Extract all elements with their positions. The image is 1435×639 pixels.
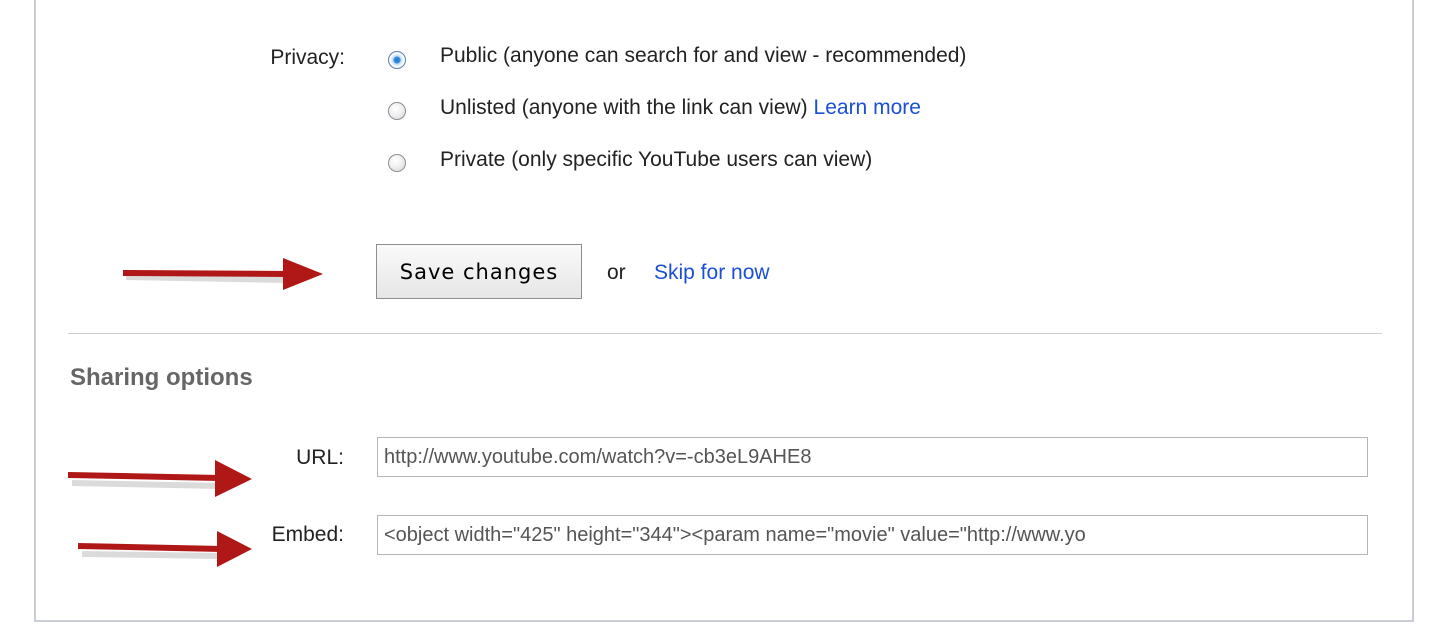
privacy-radio-unlisted[interactable] <box>388 102 406 120</box>
privacy-label: Privacy: <box>270 46 345 69</box>
url-field[interactable] <box>377 437 1368 477</box>
privacy-option-unlisted-text[interactable]: Unlisted (anyone with the link can view) <box>440 96 808 119</box>
privacy-radio-private[interactable] <box>388 154 406 172</box>
or-text: or <box>607 261 626 284</box>
save-changes-button[interactable]: Save changes <box>376 244 582 299</box>
skip-for-now-link[interactable]: Skip for now <box>654 261 770 285</box>
embed-label: Embed: <box>271 523 344 546</box>
privacy-radio-public[interactable] <box>388 51 406 69</box>
section-divider <box>68 333 1382 334</box>
url-label: URL: <box>296 446 344 469</box>
privacy-option-private-label[interactable]: Private (only specific YouTube users can… <box>440 148 872 172</box>
embed-field[interactable] <box>377 515 1368 555</box>
sharing-options-title: Sharing options <box>70 364 253 391</box>
annotation-arrow-save <box>122 258 323 290</box>
learn-more-link[interactable]: Learn more <box>814 96 921 119</box>
privacy-option-public-label[interactable]: Public (anyone can search for and view -… <box>440 44 966 68</box>
privacy-option-unlisted-label[interactable]: Unlisted (anyone with the link can view)… <box>440 96 921 120</box>
